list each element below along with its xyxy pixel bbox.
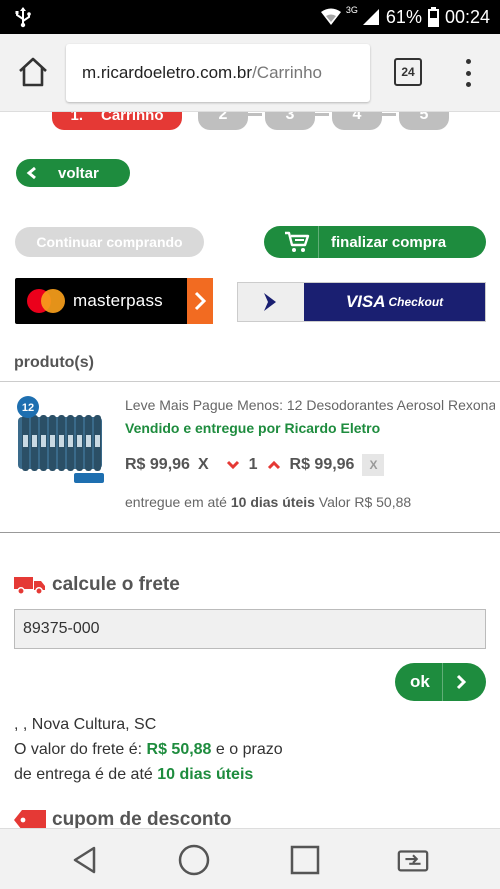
masterpass-button[interactable]: masterpass xyxy=(15,278,213,324)
chevron-left-icon xyxy=(20,161,44,185)
step-divider xyxy=(248,113,262,116)
shipping-title: calcule o frete xyxy=(52,574,180,595)
checkout-button[interactable]: finalizar compra xyxy=(264,226,486,258)
battery-percent: 61% xyxy=(385,6,422,27)
mastercard-logo xyxy=(25,286,69,316)
coupon-heading[interactable]: cupom de desconto xyxy=(14,809,231,828)
product-image[interactable]: 12 xyxy=(14,395,110,495)
step-label: Carrinho xyxy=(101,112,164,124)
switch-sim-icon[interactable] xyxy=(396,843,430,877)
delivery-prefix: entregue em até xyxy=(125,494,231,510)
step-4: 4 xyxy=(332,112,382,130)
network-type: 3G xyxy=(345,5,358,15)
chevron-up-icon[interactable] xyxy=(264,455,284,475)
truck-icon xyxy=(14,577,45,595)
shipping-value-suffix: e o prazo xyxy=(211,741,283,758)
url-path: /Carrinho xyxy=(252,63,322,82)
shipping-heading: calcule o frete xyxy=(14,574,180,596)
delivery-value: Valor R$ 50,88 xyxy=(314,494,412,510)
shipping-value: R$ 50,88 xyxy=(146,741,212,758)
shipping-deadline: 10 dias úteis xyxy=(157,766,254,783)
page-content: 1. Carrinho 2 3 4 5 voltar Continuar com… xyxy=(0,112,500,828)
ok-label: ok xyxy=(410,672,430,691)
shipping-deadline-prefix: de entrega é de até xyxy=(14,766,158,783)
visa-checkout-logo: VISA Checkout xyxy=(304,283,485,321)
coupon-title: cupom de desconto xyxy=(52,809,232,828)
step-2: 2 xyxy=(198,112,248,130)
signal-icon xyxy=(362,9,379,25)
price-row: R$ 99,96 X 1 R$ 99,96 X xyxy=(125,454,385,476)
tabs-count-button[interactable]: 24 xyxy=(394,58,422,86)
calculate-shipping-button[interactable]: ok xyxy=(395,663,486,701)
tag-icon xyxy=(14,810,46,828)
step-5: 5 xyxy=(399,112,449,130)
url-domain: m.ricardoeletro.com.br xyxy=(82,63,253,82)
usb-icon xyxy=(15,7,31,28)
seller-info: Vendido e entregue por Ricardo Eletro xyxy=(125,420,381,436)
times-symbol: X xyxy=(197,456,209,473)
navigation-bar xyxy=(0,828,500,889)
checkout-label: finalizar compra xyxy=(331,233,447,251)
products-heading: produto(s) xyxy=(14,354,94,371)
status-bar: 3G 61% 00:24 xyxy=(0,0,500,34)
back-button[interactable]: voltar xyxy=(16,159,130,187)
overflow-menu-icon[interactable] xyxy=(458,56,478,90)
browser-toolbar: m.ricardoeletro.com.br/Carrinho 24 xyxy=(0,34,500,112)
cart-icon xyxy=(285,231,310,252)
back-nav-icon[interactable] xyxy=(68,843,102,877)
wifi-icon xyxy=(320,8,341,25)
chevron-right-icon xyxy=(455,672,475,692)
visa-checkout-label: Checkout xyxy=(388,295,444,309)
home-nav-icon[interactable] xyxy=(177,843,211,877)
product-name[interactable]: Leve Mais Pague Menos: 12 Desodorantes A… xyxy=(125,397,495,413)
recents-nav-icon[interactable] xyxy=(288,843,322,877)
remove-item-button[interactable]: X xyxy=(362,454,385,476)
step-divider xyxy=(315,113,329,116)
button-divider xyxy=(441,663,443,701)
cep-input[interactable]: 89375-000 xyxy=(14,609,486,649)
step-divider xyxy=(382,113,396,116)
battery-icon xyxy=(427,7,439,27)
unit-price: R$ 99,96 xyxy=(125,456,190,473)
divider xyxy=(0,532,500,533)
button-divider xyxy=(318,226,319,258)
home-icon[interactable] xyxy=(16,56,50,88)
step-cart: 1. Carrinho xyxy=(52,112,182,130)
step-3: 3 xyxy=(265,112,315,130)
masterpass-label: masterpass xyxy=(73,291,163,310)
total-price: R$ 99,96 xyxy=(289,456,355,473)
chevron-right-icon xyxy=(187,278,213,324)
quantity-value: 1 xyxy=(248,456,258,473)
chevron-down-icon[interactable] xyxy=(223,455,243,475)
visa-checkout-button[interactable]: VISA Checkout xyxy=(237,282,486,322)
url-bar[interactable]: m.ricardoeletro.com.br/Carrinho xyxy=(66,44,370,102)
shipping-value-line: O valor do frete é: R$ 50,88 e o prazo xyxy=(14,737,283,762)
product-badge-count: 12 xyxy=(22,402,34,414)
continue-shopping-button[interactable]: Continuar comprando xyxy=(15,227,204,257)
chevron-right-icon xyxy=(238,283,304,321)
back-label: voltar xyxy=(58,164,99,182)
shipping-address: , , Nova Cultura, SC xyxy=(14,716,157,733)
shipping-result: , , Nova Cultura, SC O valor do frete é:… xyxy=(14,712,283,787)
step-number: 1. xyxy=(70,112,83,124)
clock: 00:24 xyxy=(444,6,490,27)
delivery-info: entregue em até 10 dias úteis Valor R$ 5… xyxy=(125,494,411,510)
screen: 3G 61% 00:24 m.ricardoeletro.com.br/Carr… xyxy=(0,0,500,889)
delivery-days: 10 dias úteis xyxy=(230,494,315,510)
checkout-steps: 1. Carrinho 2 3 4 5 xyxy=(0,112,500,132)
visa-brand: VISA xyxy=(345,292,386,311)
shipping-deadline-line: de entrega é de até 10 dias úteis xyxy=(14,762,283,787)
divider xyxy=(0,381,500,382)
shipping-value-prefix: O valor do frete é: xyxy=(14,741,147,758)
